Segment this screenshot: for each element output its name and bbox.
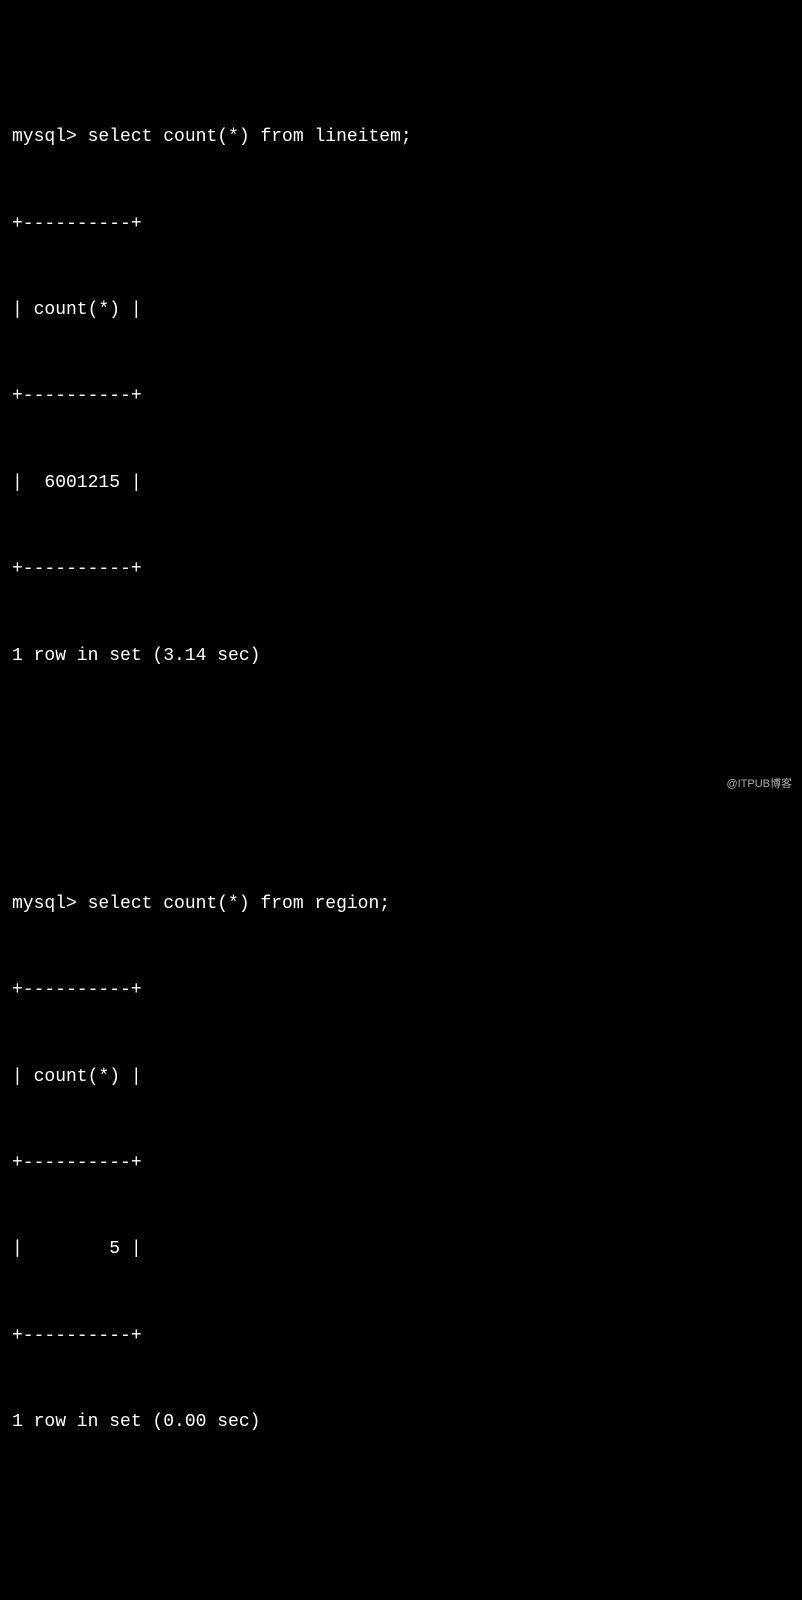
result-border-mid: +----------+: [12, 1149, 790, 1178]
result-status: 1 row in set (0.00 sec): [12, 1408, 790, 1437]
result-value-row: | 5 |: [12, 1235, 790, 1264]
result-border-mid: +----------+: [12, 382, 790, 411]
result-border-bottom: +----------+: [12, 555, 790, 584]
mysql-prompt: mysql>: [12, 894, 88, 914]
query-block-region: mysql> select count(*) from region; +---…: [12, 832, 790, 1494]
query-line: mysql> select count(*) from region;: [12, 890, 790, 919]
result-border-top: +----------+: [12, 976, 790, 1005]
sql-statement: select count(*) from region;: [88, 894, 390, 914]
result-border-bottom: +----------+: [12, 1322, 790, 1351]
mysql-prompt: mysql>: [12, 127, 88, 147]
result-header: | count(*) |: [12, 296, 790, 325]
sql-statement: select count(*) from lineitem;: [88, 127, 412, 147]
result-border-top: +----------+: [12, 210, 790, 239]
query-line: mysql> select count(*) from lineitem;: [12, 123, 790, 152]
result-value-row: | 6001215 |: [12, 469, 790, 498]
query-block-lineitem: mysql> select count(*) from lineitem; +-…: [12, 66, 790, 728]
query-block-customer: mysql> select count(*) from customer; +-…: [12, 1599, 790, 1600]
result-header: | count(*) |: [12, 1063, 790, 1092]
result-status: 1 row in set (3.14 sec): [12, 642, 790, 671]
terminal-output: mysql> select count(*) from lineitem; +-…: [12, 8, 790, 1600]
watermark-text: @ITPUB博客: [726, 776, 792, 794]
